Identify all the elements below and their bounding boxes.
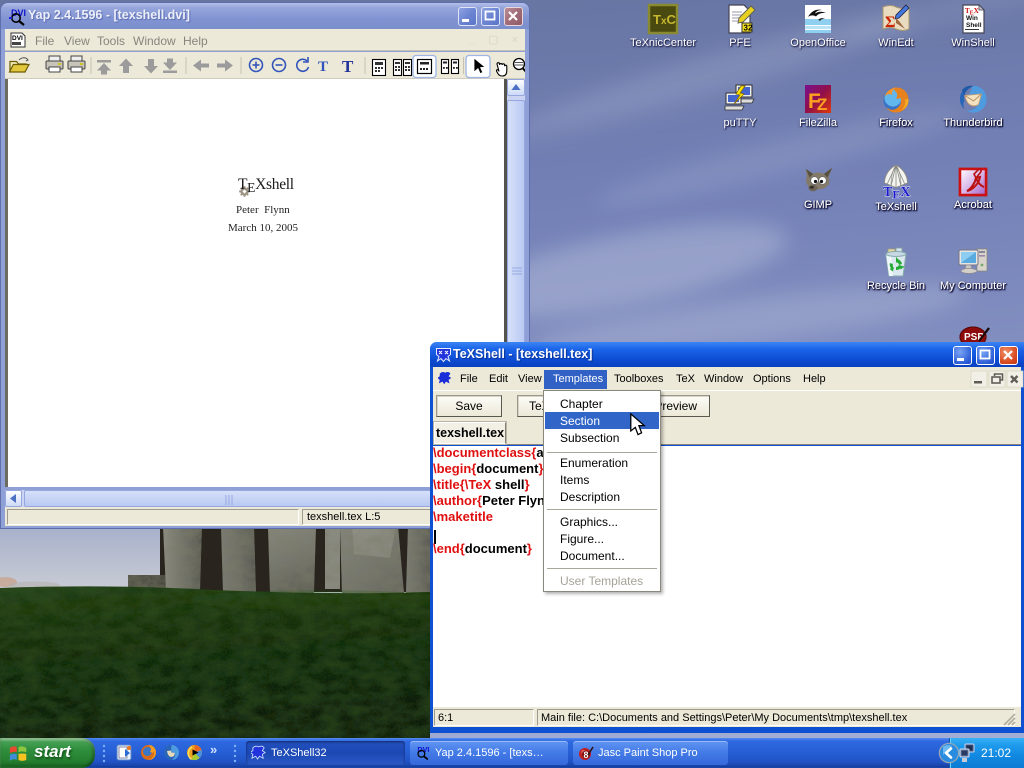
svg-text:Win: Win (966, 15, 978, 22)
svg-text:DVI: DVI (12, 35, 23, 42)
svg-text:»: » (210, 742, 217, 757)
svg-text:Shell: Shell (966, 22, 982, 29)
svg-text:8: 8 (584, 750, 589, 760)
svg-text:T: T (318, 59, 328, 75)
svg-text:T: T (342, 57, 354, 76)
svg-text:Σ: Σ (885, 14, 895, 31)
svg-text:32: 32 (744, 24, 753, 33)
svg-text:DVI: DVI (11, 8, 26, 18)
svg-text:TEX: TEX (883, 185, 910, 199)
svg-text:DVI: DVI (417, 745, 429, 754)
svg-text:Z: Z (817, 95, 827, 114)
